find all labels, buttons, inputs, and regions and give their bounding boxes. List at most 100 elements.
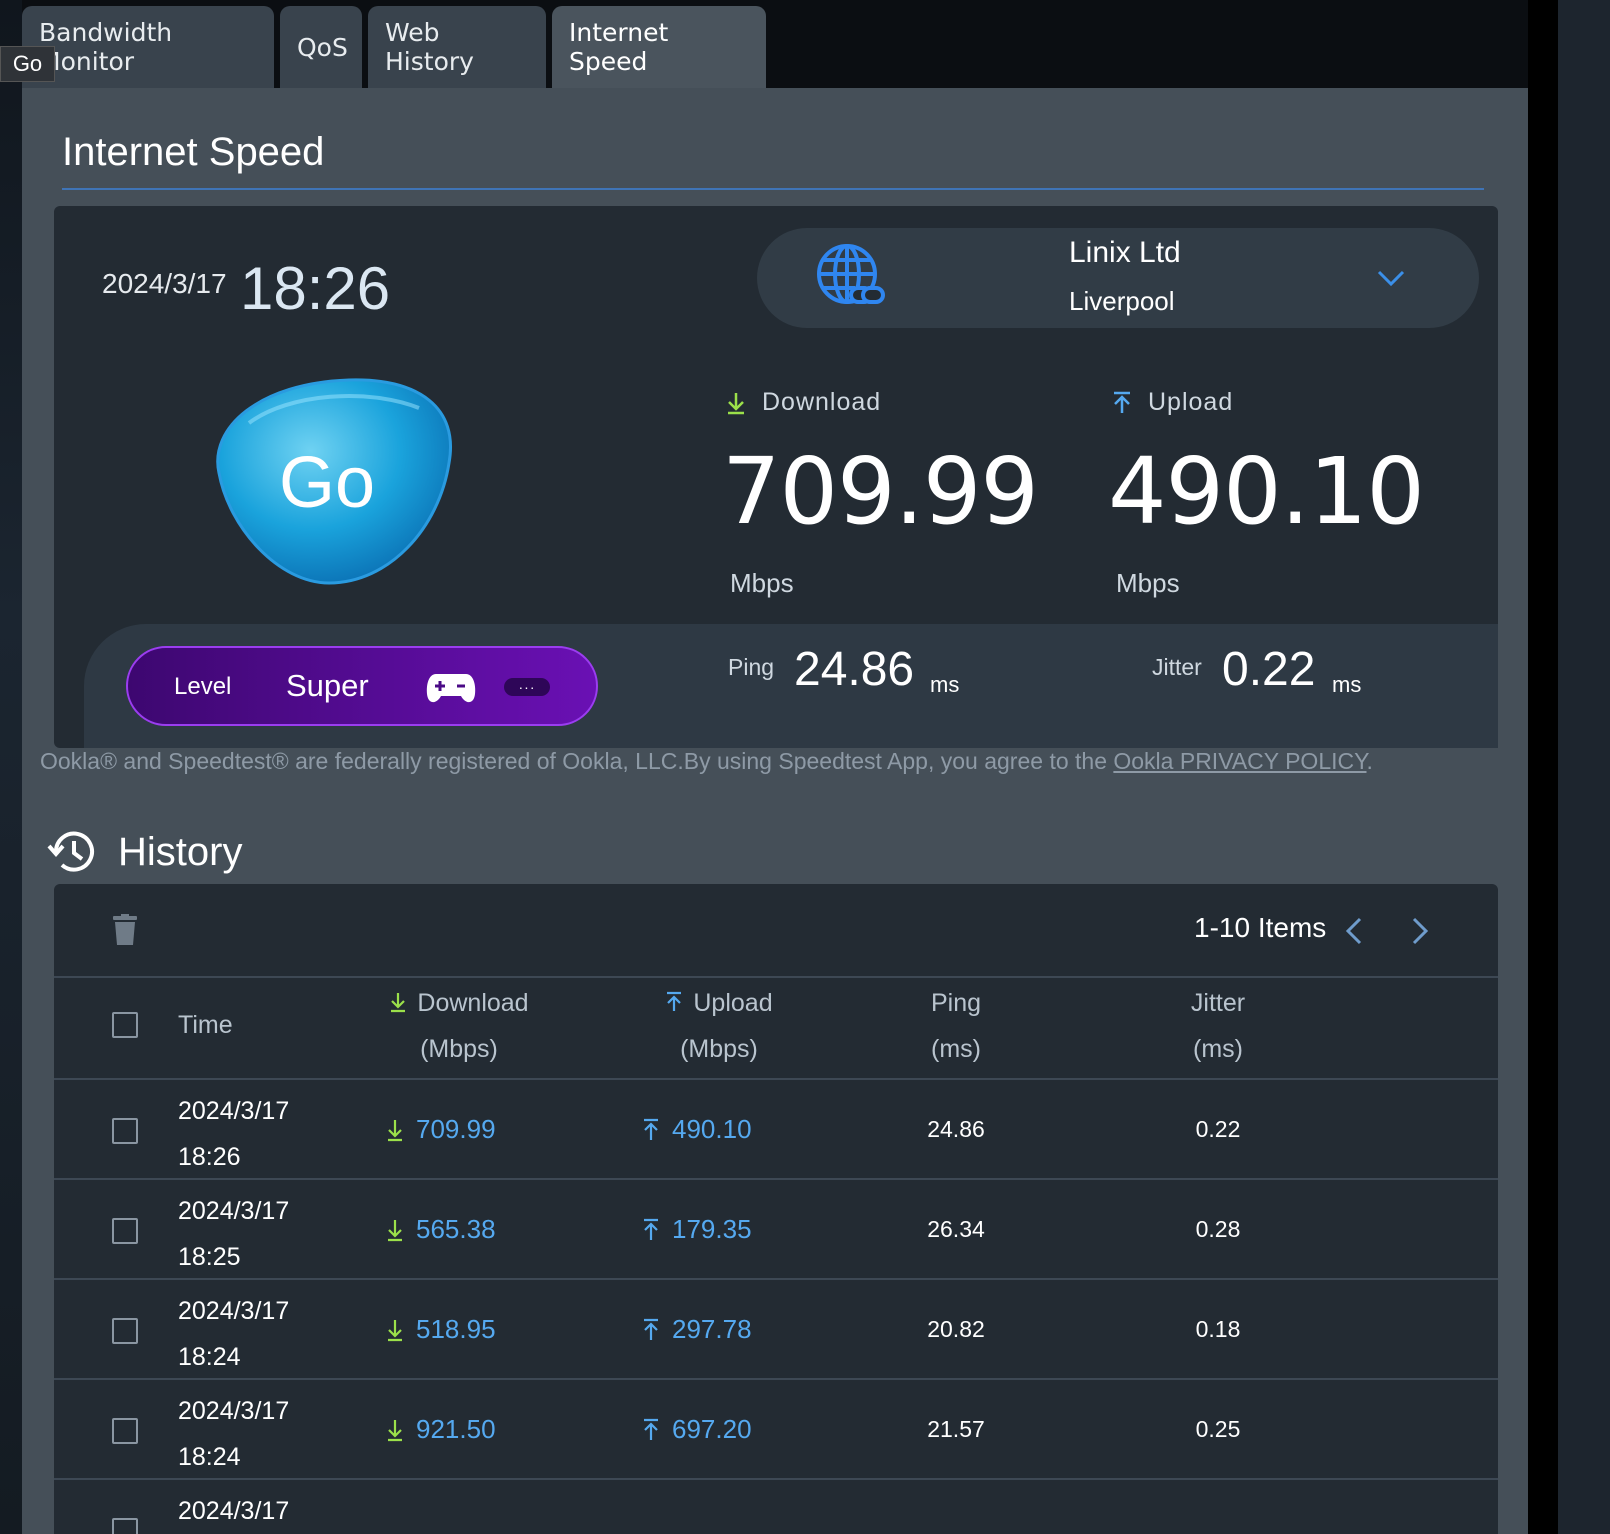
row-download: 565.38 — [386, 1214, 496, 1245]
column-download-unit: (Mbps) — [420, 1035, 498, 1063]
row-time: 2024/3/17 18:26 — [178, 1088, 289, 1180]
row-time: 2024/3/17 18:25 — [178, 1188, 289, 1280]
upload-arrow-icon — [644, 1418, 658, 1440]
download-arrow-icon — [388, 1119, 402, 1141]
table-row[interactable]: 2024/3/17 18:25 565.38 179.35 26.34 0.28 — [54, 1180, 1498, 1280]
row-jitter: 0.22 — [1195, 1116, 1241, 1142]
row-download-value: 518.95 — [416, 1314, 496, 1344]
row-date-text: 2024/3/17 — [178, 1097, 290, 1125]
row-checkbox[interactable] — [112, 1118, 138, 1144]
history-table: 1-10 Items Time Download (Mbps) Upload (… — [54, 884, 1498, 1534]
ping-value: 24.86 — [794, 643, 915, 696]
row-ping: 26.34 — [927, 1216, 985, 1242]
table-row[interactable]: 2024/3/17 — [54, 1480, 1498, 1534]
row-ping: 21.57 — [927, 1416, 985, 1442]
page-title: Internet Speed — [62, 130, 325, 174]
chevron-left-icon[interactable] — [1344, 916, 1364, 946]
row-checkbox[interactable] — [112, 1518, 138, 1534]
row-upload: 490.10 — [642, 1114, 752, 1145]
upload-value: 490.10 — [1108, 438, 1425, 545]
column-jitter-unit: (ms) — [1193, 1035, 1243, 1063]
download-arrow-icon — [728, 392, 744, 414]
title-divider — [62, 188, 1484, 190]
tab-bar: Bandwidth Monitor QoS Web History Intern… — [22, 6, 766, 88]
background-left — [0, 0, 22, 1534]
row-download-value: 565.38 — [416, 1214, 496, 1244]
globe-link-icon — [817, 244, 885, 304]
history-title: History — [118, 830, 243, 874]
row-date-text: 2024/3/17 — [178, 1197, 290, 1225]
row-upload: 179.35 — [642, 1214, 752, 1245]
table-row[interactable]: 2024/3/17 18:24 921.50 697.20 21.57 0.25 — [54, 1380, 1498, 1480]
privacy-policy-link[interactable]: Ookla PRIVACY POLICY — [1113, 748, 1366, 774]
table-row[interactable]: 2024/3/17 18:26 709.99 490.10 24.86 0.22 — [54, 1080, 1498, 1180]
level-value: Super — [286, 668, 369, 703]
column-download-label: Download — [417, 989, 529, 1017]
download-arrow-icon — [388, 1219, 402, 1241]
upload-arrow-icon — [1114, 391, 1130, 413]
more-icon[interactable]: ··· — [504, 678, 550, 696]
row-download-value: 709.99 — [416, 1114, 496, 1144]
table-row[interactable]: 2024/3/17 18:24 518.95 297.78 20.82 0.18 — [54, 1280, 1498, 1380]
column-download: Download (Mbps) — [354, 980, 564, 1072]
row-upload: 297.78 — [642, 1314, 752, 1345]
tab-internet-speed[interactable]: Internet Speed — [552, 6, 766, 88]
row-date-text: 2024/3/17 — [178, 1297, 290, 1325]
download-unit: Mbps — [730, 568, 794, 598]
history-icon — [47, 831, 94, 872]
select-all-checkbox[interactable] — [112, 1012, 138, 1038]
upload-arrow-icon — [667, 991, 682, 1011]
column-jitter: Jitter (ms) — [1158, 980, 1278, 1072]
go-label: Go — [278, 443, 376, 523]
row-time: 2024/3/17 18:24 — [178, 1288, 289, 1380]
row-checkbox[interactable] — [112, 1218, 138, 1244]
chevron-right-icon[interactable] — [1410, 916, 1430, 946]
tab-bandwidth-monitor[interactable]: Bandwidth Monitor — [22, 6, 274, 88]
row-time-text: 18:25 — [178, 1243, 241, 1271]
test-time: 18:26 — [240, 255, 391, 322]
background-right — [1528, 0, 1558, 1534]
tab-qos[interactable]: QoS — [280, 6, 362, 88]
go-button[interactable]: Go — [199, 378, 465, 588]
row-date-text: 2024/3/17 — [178, 1397, 290, 1425]
download-arrow-icon — [388, 1319, 402, 1341]
server-name: Linix Ltd — [1069, 236, 1181, 269]
row-download-value: 921.50 — [416, 1414, 496, 1444]
row-time-text: 18:24 — [178, 1443, 241, 1471]
jitter-value: 0.22 — [1222, 643, 1316, 696]
trash-icon[interactable] — [112, 914, 138, 946]
column-upload: Upload (Mbps) — [614, 980, 824, 1072]
column-ping-unit: (ms) — [931, 1035, 981, 1063]
gamepad-icon — [426, 674, 476, 703]
download-header: Download — [726, 388, 881, 417]
column-ping-label: Ping — [930, 989, 982, 1017]
row-jitter: 0.18 — [1195, 1316, 1241, 1342]
pager-label: 1-10 Items — [1194, 912, 1327, 943]
row-checkbox[interactable] — [112, 1318, 138, 1344]
table-divider — [54, 976, 1498, 978]
row-download: 921.50 — [386, 1414, 496, 1445]
upload-arrow-icon — [644, 1118, 658, 1140]
upload-arrow-icon — [644, 1318, 658, 1340]
row-time-text: 18:24 — [178, 1343, 241, 1371]
tab-web-history[interactable]: Web History — [368, 6, 546, 88]
upload-arrow-icon — [644, 1218, 658, 1240]
row-upload-value: 697.20 — [672, 1414, 752, 1444]
row-upload: 697.20 — [642, 1414, 752, 1445]
row-time: 2024/3/17 18:24 — [178, 1388, 289, 1480]
row-checkbox[interactable] — [112, 1418, 138, 1444]
download-arrow-icon — [388, 1419, 402, 1441]
jitter-unit: ms — [1332, 672, 1362, 697]
level-label: Level — [174, 673, 232, 700]
row-time: 2024/3/17 — [178, 1488, 289, 1534]
row-upload-value: 490.10 — [672, 1114, 752, 1144]
speedtest-card: 2024/3/17 18:26 Linix Ltd Liverpool Go D… — [54, 206, 1498, 748]
legal-notice: Ookla® and Speedtest® are federally regi… — [40, 748, 1373, 775]
server-city: Liverpool — [1069, 286, 1175, 316]
column-upload-unit: (Mbps) — [680, 1035, 758, 1063]
server-selector[interactable]: Linix Ltd Liverpool — [757, 228, 1479, 328]
chevron-down-icon[interactable] — [1375, 264, 1407, 292]
download-value: 709.99 — [722, 438, 1039, 545]
go-tooltip: Go — [0, 46, 55, 82]
level-badge[interactable]: Level Super ··· — [126, 646, 598, 726]
